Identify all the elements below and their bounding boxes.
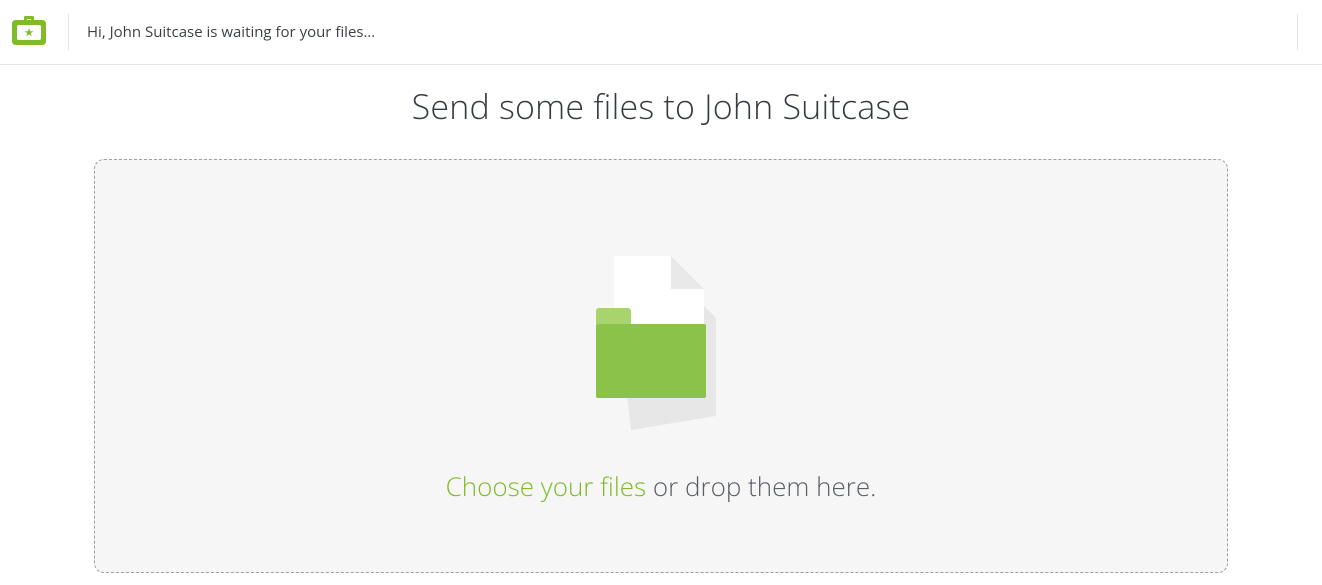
- main-content: Send some files to John Suitcase Ch: [0, 83, 1322, 573]
- suitcase-icon: [12, 16, 46, 48]
- header: Hi, John Suitcase is waiting for your fi…: [0, 0, 1322, 65]
- header-greeting: Hi, John Suitcase is waiting for your fi…: [81, 22, 375, 42]
- dropzone-text: Choose your files or drop them here.: [446, 468, 877, 504]
- header-divider: [68, 14, 69, 50]
- drop-hint: or drop them here.: [646, 468, 876, 504]
- page-title: Send some files to John Suitcase: [94, 83, 1228, 129]
- file-dropzone[interactable]: Choose your files or drop them here.: [94, 159, 1228, 573]
- choose-files-link[interactable]: Choose your files: [446, 468, 646, 504]
- header-divider-right: [1297, 14, 1298, 50]
- logo[interactable]: [12, 16, 66, 48]
- folder-file-icon: [571, 238, 751, 438]
